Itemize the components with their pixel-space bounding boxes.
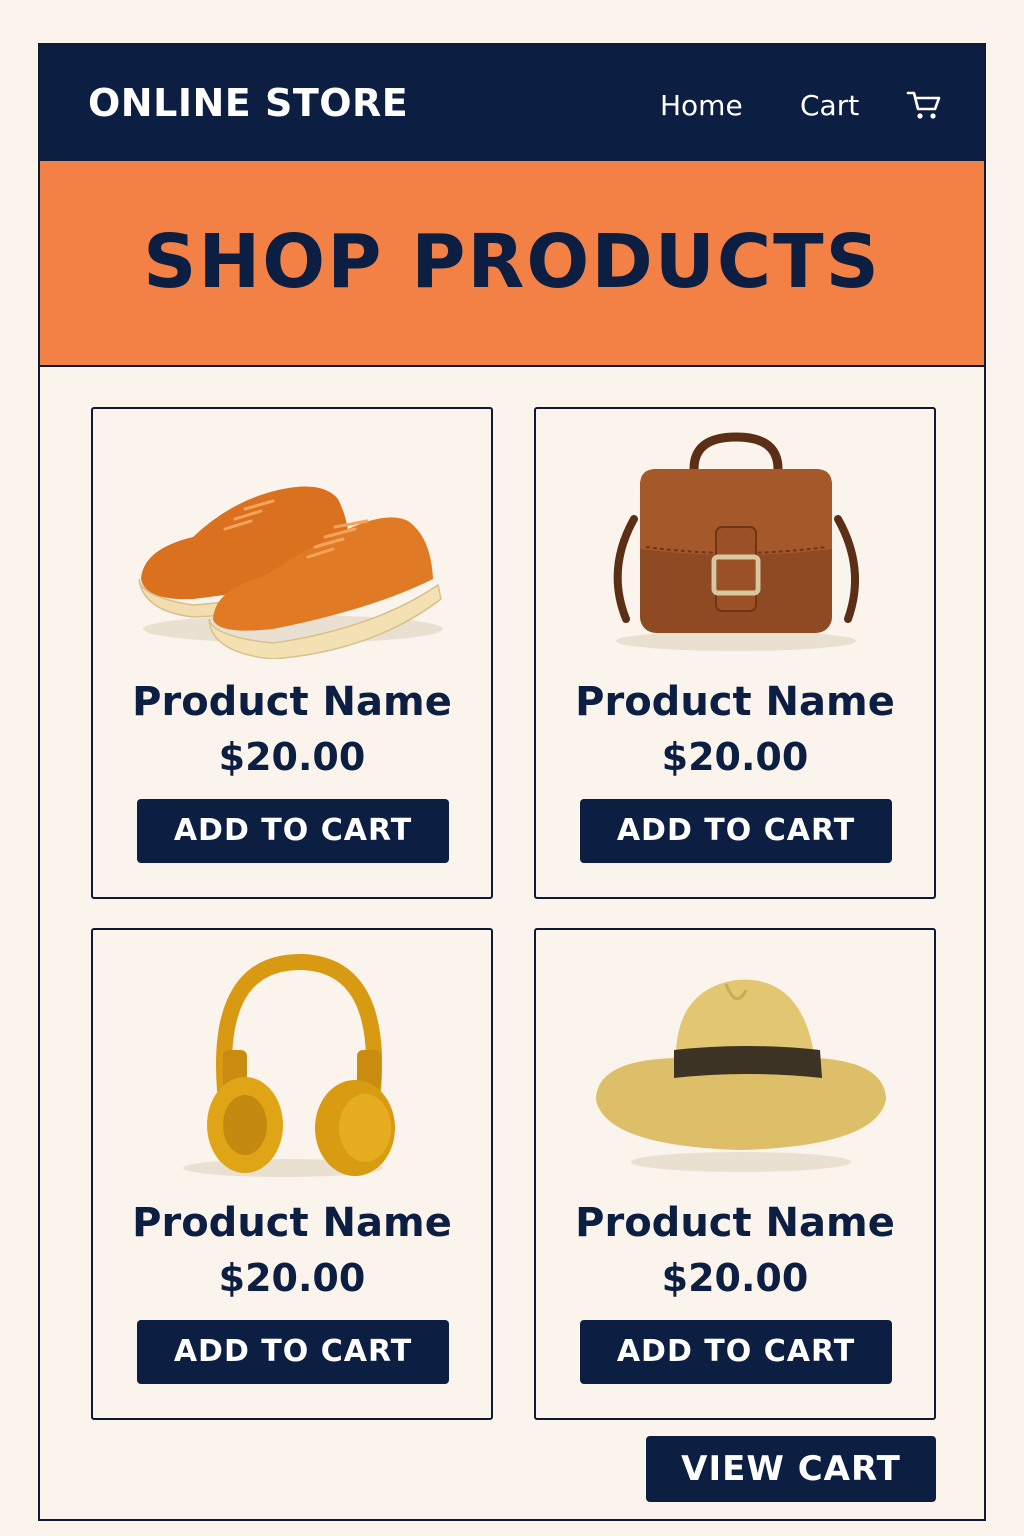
- product-name: Product Name: [575, 1200, 895, 1246]
- add-to-cart-button[interactable]: ADD TO CART: [137, 1320, 449, 1384]
- shopping-cart-icon[interactable]: [906, 89, 942, 121]
- add-to-cart-button[interactable]: ADD TO CART: [580, 1320, 892, 1384]
- store-page: ONLINE STORE Home Cart SHOP PRODUCTS Pro…: [38, 43, 986, 1521]
- add-to-cart-button[interactable]: ADD TO CART: [580, 799, 892, 863]
- nav-home-link[interactable]: Home: [660, 89, 743, 122]
- product-name: Product Name: [575, 679, 895, 725]
- product-price: $20.00: [218, 1256, 366, 1300]
- product-card: Product Name $20.00 ADD TO CART: [534, 407, 936, 899]
- product-name: Product Name: [132, 679, 452, 725]
- straw-fedora-hat-image[interactable]: [576, 950, 896, 1180]
- hero-banner: SHOP PRODUCTS: [40, 161, 984, 367]
- product-name: Product Name: [132, 1200, 452, 1246]
- product-card: Product Name $20.00 ADD TO CART: [91, 407, 493, 899]
- yellow-headphones-image[interactable]: [133, 950, 453, 1180]
- top-header: ONLINE STORE Home Cart: [40, 45, 984, 161]
- orange-sneakers-image[interactable]: [133, 429, 453, 659]
- brown-leather-bag-image[interactable]: [576, 429, 896, 659]
- product-card: Product Name $20.00 ADD TO CART: [534, 928, 936, 1420]
- product-card: Product Name $20.00 ADD TO CART: [91, 928, 493, 1420]
- view-cart-button[interactable]: VIEW CART: [646, 1436, 936, 1502]
- nav-cart-link[interactable]: Cart: [800, 89, 859, 122]
- product-price: $20.00: [661, 1256, 809, 1300]
- add-to-cart-button[interactable]: ADD TO CART: [137, 799, 449, 863]
- product-price: $20.00: [661, 735, 809, 779]
- page-title: SHOP PRODUCTS: [143, 219, 881, 305]
- store-logo[interactable]: ONLINE STORE: [88, 81, 408, 125]
- product-price: $20.00: [218, 735, 366, 779]
